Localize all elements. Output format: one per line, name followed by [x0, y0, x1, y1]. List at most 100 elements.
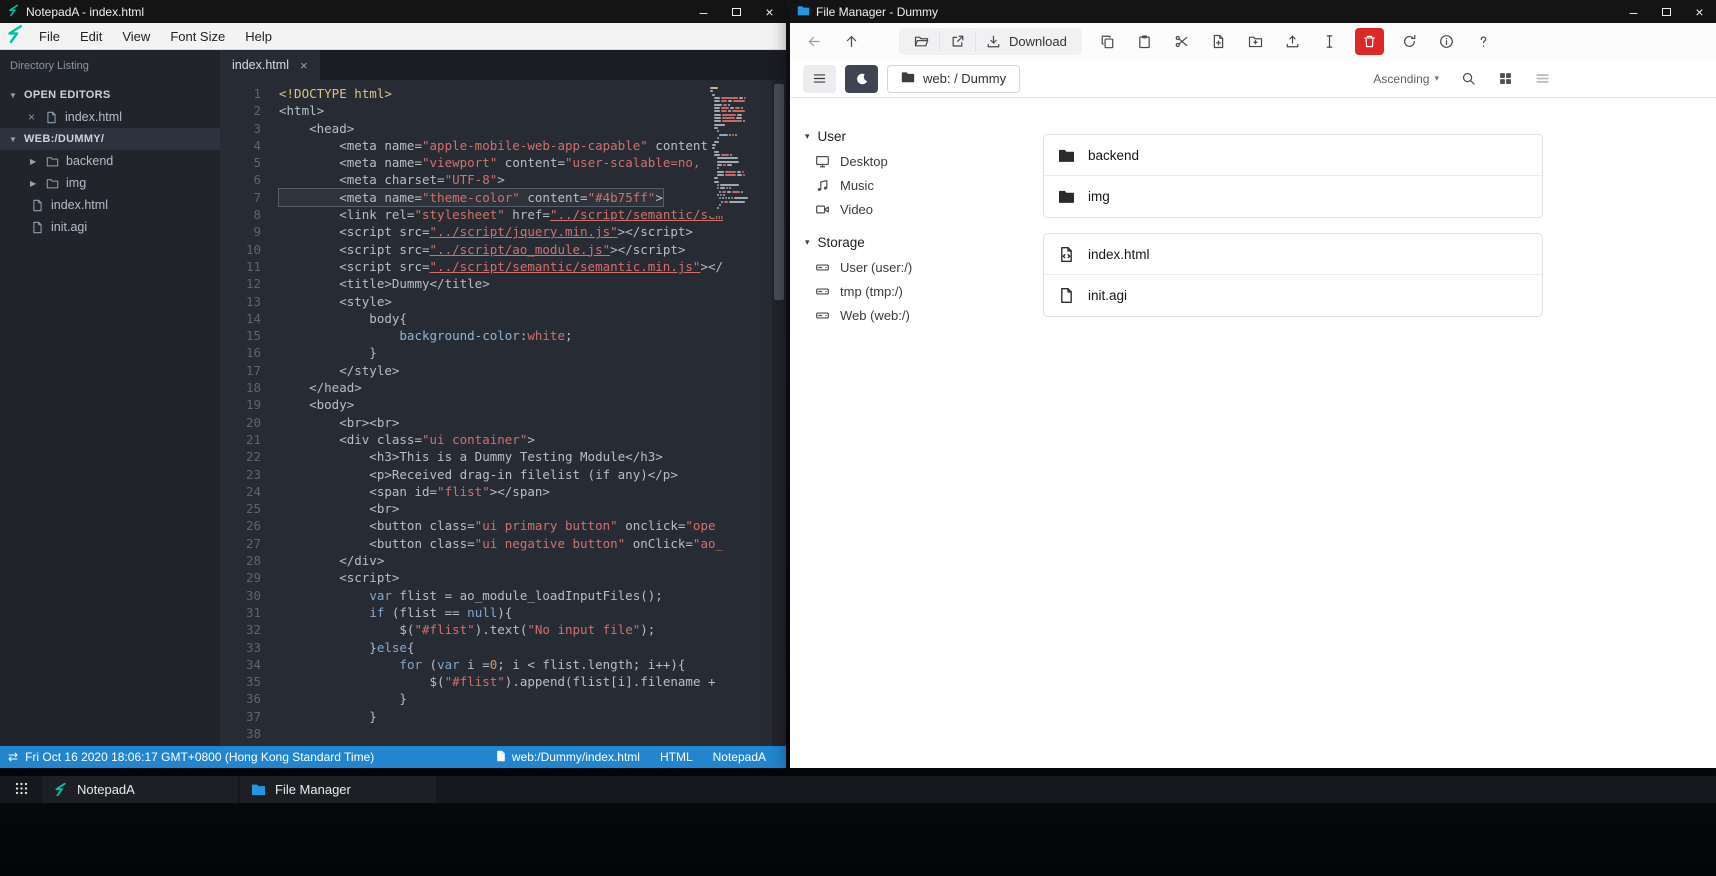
tab-label: index.html: [232, 58, 289, 72]
menu-item-font-size[interactable]: Font Size: [160, 25, 235, 48]
tree-item-label: init.agi: [51, 220, 88, 234]
status-language[interactable]: HTML: [660, 750, 693, 764]
taskbar-item-file-manager[interactable]: File Manager: [240, 776, 436, 803]
scissors-icon: [1174, 34, 1189, 49]
open-editor-item[interactable]: × index.html: [0, 106, 220, 128]
line-number: 13: [245, 293, 261, 309]
sidebar-item-label: tmp (tmp:/): [840, 283, 903, 299]
minimap[interactable]: [708, 85, 766, 217]
help-button[interactable]: [1472, 31, 1495, 52]
copy-button[interactable]: [1096, 31, 1119, 52]
sort-order-dropdown[interactable]: Ascending ▾: [1373, 72, 1445, 86]
rename-button[interactable]: [1318, 31, 1341, 52]
code-line: body{: [279, 310, 407, 326]
code-line: <script>: [279, 570, 400, 586]
code-line: var flist = ao_module_loadInputFiles();: [369, 587, 663, 603]
file-icon: [31, 199, 44, 212]
line-number: 34: [245, 656, 261, 672]
tree-item-init-agi[interactable]: init.agi: [0, 216, 220, 238]
file-manager-titlebar[interactable]: File Manager - Dummy – ×: [790, 0, 1716, 23]
notepada-logo-icon: [53, 782, 68, 797]
file-tree: ▶ backend ▶ img index.html init.agi: [0, 150, 220, 238]
sidebar-item-web-web-[interactable]: Web (web:/): [805, 303, 1008, 327]
tree-item-backend[interactable]: ▶ backend: [0, 150, 220, 172]
folder-icon: [46, 177, 59, 190]
menu-item-view[interactable]: View: [112, 25, 160, 48]
line-number: 5: [253, 155, 261, 171]
file-row-init-agi[interactable]: init.agi: [1044, 275, 1542, 316]
menu-item-edit[interactable]: Edit: [70, 25, 112, 48]
new-file-button[interactable]: [1207, 31, 1230, 52]
minimize-button[interactable]: –: [1617, 0, 1650, 23]
file-row-backend[interactable]: backend: [1044, 135, 1542, 176]
line-number: 22: [245, 449, 261, 465]
notepada-titlebar[interactable]: NotepadA - index.html – ×: [0, 0, 786, 23]
sidebar-item-music[interactable]: Music: [805, 173, 1008, 197]
workspace-root[interactable]: ▼ WEB:/DUMMY/: [0, 128, 220, 150]
code-editor[interactable]: 1 2 3 4 5 6 7 8 9 10 11 12 13 14 15 16 17 18 19 20 21 22 23 24 2…: [220, 80, 786, 746]
close-button[interactable]: ×: [753, 0, 786, 23]
file-name: index.html: [1088, 246, 1150, 262]
open-editor-label: index.html: [65, 110, 122, 124]
delete-button[interactable]: [1354, 28, 1384, 55]
folder-open-icon: [914, 34, 929, 49]
taskbar-item-notepada[interactable]: NotepadA: [42, 776, 238, 803]
sidebar-item-video[interactable]: Video: [805, 197, 1008, 221]
breadcrumb[interactable]: web: / Dummy: [887, 64, 1021, 93]
sidebar-section-header-storage[interactable]: ▾ Storage: [805, 230, 1008, 255]
line-number: 10: [245, 241, 261, 257]
line-number: 20: [245, 414, 261, 430]
sidebar-item-desktop[interactable]: Desktop: [805, 149, 1008, 173]
close-editor-icon[interactable]: ×: [28, 110, 38, 124]
open-external-button[interactable]: [939, 31, 975, 52]
grid-view-button[interactable]: [1491, 65, 1519, 93]
close-button[interactable]: ×: [1683, 0, 1716, 23]
paste-button[interactable]: [1133, 31, 1156, 52]
menu-item-file[interactable]: File: [29, 25, 70, 48]
cut-button[interactable]: [1170, 31, 1193, 52]
sidebar-section-header-user[interactable]: ▾ User: [805, 124, 1008, 149]
open-button[interactable]: [904, 31, 939, 52]
up-button[interactable]: [840, 31, 863, 52]
code-line: <h3>This is a Dummy Testing Module</h3>: [279, 449, 663, 465]
sidebar-item-label: Desktop: [840, 153, 888, 169]
menu-item-help[interactable]: Help: [235, 25, 282, 48]
editor-scrollbar[interactable]: [772, 80, 786, 746]
upload-button[interactable]: [1281, 31, 1304, 52]
restore-button[interactable]: [1650, 0, 1683, 23]
close-tab-icon[interactable]: ×: [300, 58, 308, 73]
back-button[interactable]: [803, 31, 826, 52]
scrollbar-thumb[interactable]: [774, 84, 784, 300]
new-folder-button[interactable]: [1244, 31, 1267, 52]
file-icon: [31, 221, 44, 234]
tree-item-img[interactable]: ▶ img: [0, 172, 220, 194]
tree-item-index-html[interactable]: index.html: [0, 194, 220, 216]
line-numbers: 1 2 3 4 5 6 7 8 9 10 11 12 13 14 15 16 17 18 19 20 21 22 23 24 2…: [220, 80, 270, 746]
sidebar-item-user-user-[interactable]: User (user:/): [805, 255, 1008, 279]
list-view-button[interactable]: [1528, 65, 1556, 93]
dark-mode-button[interactable]: [845, 64, 878, 93]
search-button[interactable]: [1454, 65, 1482, 93]
line-number: 6: [253, 172, 261, 188]
line-number: 7: [253, 189, 261, 205]
file-row-img[interactable]: img: [1044, 176, 1542, 217]
minimize-button[interactable]: –: [687, 0, 720, 23]
menu-button[interactable]: [803, 64, 836, 93]
open-editors-section[interactable]: ▼ OPEN EDITORS: [0, 84, 220, 106]
app-launcher-button[interactable]: [0, 776, 42, 803]
file-list-area[interactable]: backend img index.html init.agi: [1016, 98, 1716, 768]
restore-button[interactable]: [720, 0, 753, 23]
file-name: backend: [1088, 147, 1140, 163]
folder-icon: [46, 155, 59, 168]
taskbar-items: NotepadA File Manager: [42, 776, 438, 803]
sidebar-item-tmp-tmp-[interactable]: tmp (tmp:/): [805, 279, 1008, 303]
code-line: <body>: [279, 397, 355, 413]
tab-index-html[interactable]: index.html ×: [220, 50, 320, 80]
download-button[interactable]: Download: [975, 31, 1077, 52]
file-row-index-html[interactable]: index.html: [1044, 234, 1542, 275]
folder-fill-icon: [1058, 147, 1075, 164]
refresh-button[interactable]: [1398, 31, 1421, 52]
status-bar: ⇄ Fri Oct 16 2020 18:06:17 GMT+0800 (Hon…: [0, 746, 786, 768]
info-button[interactable]: [1435, 31, 1458, 52]
